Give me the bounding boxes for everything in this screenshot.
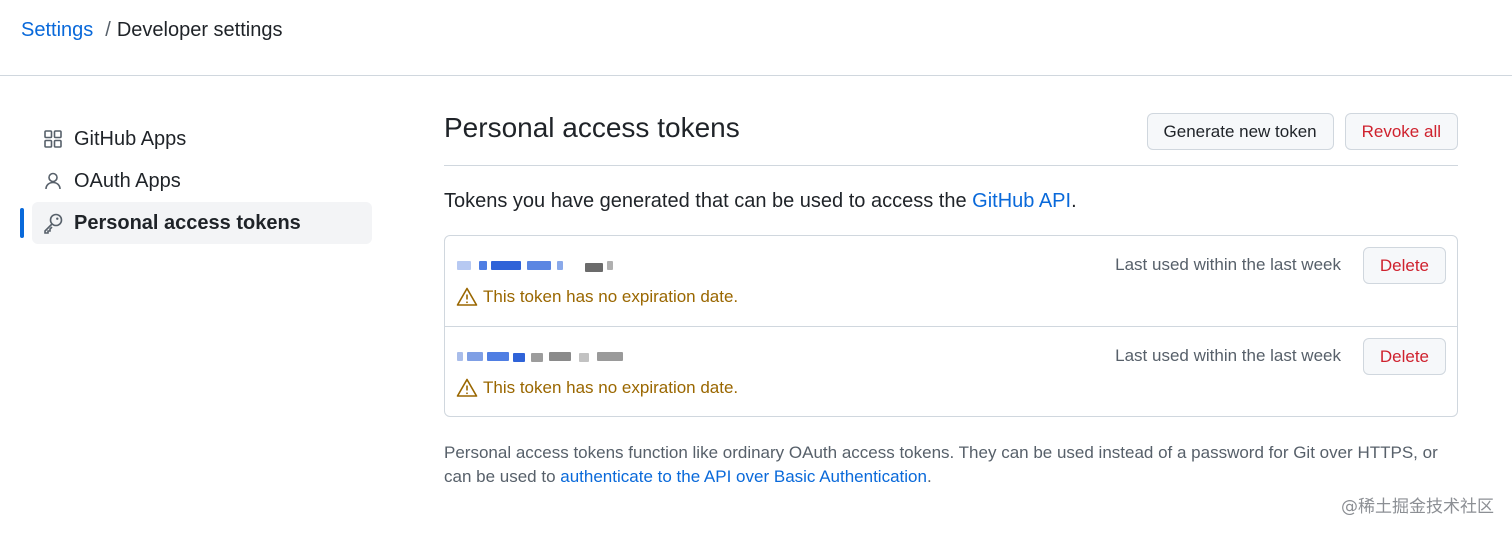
warning-text: This token has no expiration date.	[483, 378, 739, 397]
basic-auth-link[interactable]: authenticate to the API over Basic Authe…	[560, 467, 927, 486]
github-api-link[interactable]: GitHub API	[972, 190, 1071, 212]
breadcrumb-separator: /	[105, 19, 111, 41]
key-icon	[42, 212, 64, 234]
token-name-redacted[interactable]	[457, 349, 627, 363]
token-last-used: Last used within the last week	[1115, 346, 1341, 365]
active-indicator	[20, 208, 24, 238]
token-expiration-warning: This token has no expiration date.	[456, 286, 738, 308]
revoke-all-button[interactable]: Revoke all	[1344, 113, 1458, 150]
apps-grid-icon	[42, 128, 64, 150]
tokens-footnote: Personal access tokens function like ord…	[444, 441, 1458, 489]
token-row: Last used within the last week Delete Th…	[445, 326, 1457, 416]
footnote-period: .	[926, 467, 932, 486]
intro-text: Tokens you have generated that can be us…	[444, 190, 973, 212]
token-last-used: Last used within the last week	[1115, 255, 1341, 274]
generate-new-token-button[interactable]: Generate new token	[1146, 113, 1334, 150]
token-list: Last used within the last week Delete Th…	[444, 235, 1458, 417]
breadcrumb: Settings / Developer settings	[21, 18, 282, 42]
sidebar-item-label: GitHub Apps	[74, 127, 187, 150]
intro-period: .	[1071, 190, 1077, 212]
breadcrumb-settings-link[interactable]: Settings	[21, 18, 93, 42]
header-actions: Generate new token Revoke all	[1146, 113, 1458, 150]
sidebar-item-github-apps[interactable]: GitHub Apps	[32, 118, 372, 160]
token-name-redacted[interactable]	[457, 258, 627, 272]
breadcrumb-current: Developer settings	[116, 19, 283, 41]
delete-token-button[interactable]: Delete	[1362, 338, 1446, 375]
alert-triangle-icon	[456, 286, 478, 308]
token-row: Last used within the last week Delete Th…	[445, 236, 1457, 326]
sidebar-item-label: Personal access tokens	[74, 211, 301, 234]
person-icon	[42, 170, 64, 192]
tokens-panel: Personal access tokens Generate new toke…	[444, 110, 1458, 489]
watermark: @稀土掘金技术社区	[1341, 497, 1494, 517]
sidebar-item-label: OAuth Apps	[74, 169, 181, 192]
page-title: Personal access tokens	[444, 111, 740, 143]
developer-settings-sidebar: GitHub Apps OAuth Apps Personal access t…	[20, 118, 372, 244]
tokens-header: Personal access tokens Generate new toke…	[444, 110, 1458, 166]
tokens-intro: Tokens you have generated that can be us…	[444, 190, 1458, 213]
delete-token-button[interactable]: Delete	[1362, 247, 1446, 284]
token-expiration-warning: This token has no expiration date.	[456, 377, 738, 399]
warning-text: This token has no expiration date.	[483, 287, 739, 306]
sidebar-item-personal-access-tokens[interactable]: Personal access tokens	[20, 202, 372, 244]
sidebar-item-oauth-apps[interactable]: OAuth Apps	[32, 160, 372, 202]
alert-triangle-icon	[456, 377, 478, 399]
breadcrumb-bar: Settings / Developer settings	[0, 0, 1512, 76]
